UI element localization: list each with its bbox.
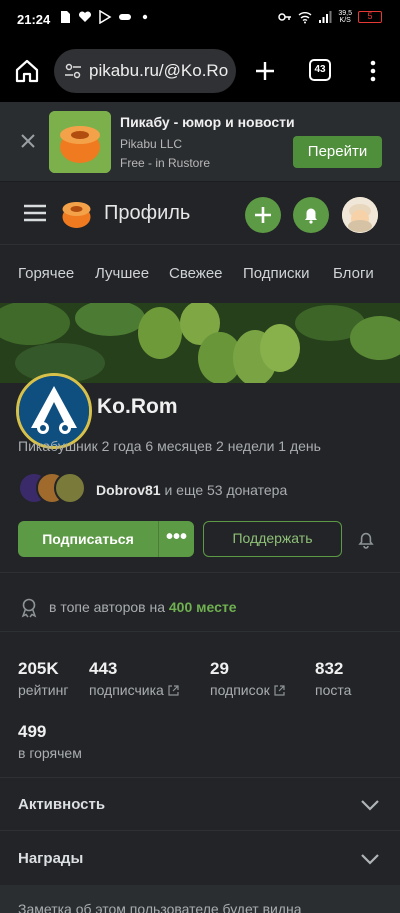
top-rank-prefix: в топе авторов на (49, 599, 169, 615)
browser-toolbar: pikabu.ru/@Ko.Rom 43 (0, 40, 400, 102)
divider (0, 830, 400, 831)
plus-icon (255, 207, 271, 223)
stat-value: 443 (89, 659, 118, 678)
user-note-box[interactable]: Заметка об этом пользователе будет видна (0, 885, 400, 913)
banner-app-title: Пикабу - юмор и новости (120, 114, 295, 130)
status-bar: 21:24 39,5 K/S 5 (0, 0, 400, 40)
stat-label: подписок (210, 682, 285, 698)
stat-hot: 499 в горячем (18, 722, 82, 761)
stat-value: 205K (18, 659, 59, 678)
clock: 21:24 (17, 12, 51, 27)
health-heart-icon (78, 11, 92, 22)
top-rank-value[interactable]: 400 месте (169, 599, 237, 615)
stat-label: рейтинг (18, 682, 69, 698)
nav-tab-blogs[interactable]: Блоги (333, 265, 374, 282)
stat-value: 499 (18, 722, 47, 741)
play-store-icon (99, 10, 112, 24)
page-title: Профиль (104, 202, 191, 224)
network-speed-value: 39,5 (338, 10, 352, 17)
account-age: Пикабушник 2 года 6 месяцев 2 недели 1 д… (18, 438, 321, 454)
avatar-image (19, 376, 89, 446)
pikabu-logo-icon (49, 111, 111, 173)
file-lock-icon (61, 11, 70, 23)
user-note-text: Заметка об этом пользователе будет видна (18, 901, 302, 913)
donators-row[interactable]: Dobrov81 и еще 53 донатера (18, 472, 398, 506)
stat-label-text: подписчика (89, 682, 164, 698)
activity-section-header[interactable]: Активность (18, 796, 105, 813)
app-icon (49, 111, 111, 173)
network-speed-unit: K/S (339, 17, 351, 24)
profile-username: Ko.Rom (97, 395, 178, 418)
donator-name[interactable]: Dobrov81 (96, 482, 161, 498)
divider (0, 631, 400, 632)
subscribe-button-group: Подписаться ••• (18, 521, 194, 557)
stat-posts: 832 поста (315, 659, 351, 698)
stat-label: в горячем (18, 745, 82, 761)
nav-tab-hot[interactable]: Горячее (18, 265, 74, 282)
key-icon (278, 13, 292, 21)
create-post-button[interactable] (245, 197, 281, 233)
stat-label-text: подписок (210, 682, 270, 698)
bell-icon (305, 208, 317, 224)
main-nav: Горячее Лучшее Свежее Подписки Блоги (0, 246, 400, 303)
site-settings-icon[interactable] (64, 62, 82, 80)
divider (0, 572, 400, 573)
awards-section-header[interactable]: Награды (18, 850, 83, 867)
bell-icon[interactable] (356, 529, 376, 549)
stat-value: 29 (210, 659, 229, 678)
nav-tab-subscriptions[interactable]: Подписки (243, 265, 310, 282)
home-icon[interactable] (14, 58, 40, 84)
profile-section: Ko.Rom Пикабушник 2 года 6 месяцев 2 нед… (0, 373, 400, 913)
divider (0, 777, 400, 778)
stat-rating: 205K рейтинг (18, 659, 68, 698)
support-button[interactable]: Поддержать (203, 521, 342, 557)
open-app-button[interactable]: Перейти (293, 136, 382, 168)
stat-subscriptions[interactable]: 29 подписок (210, 659, 285, 698)
top-rank-text: в топе авторов на 400 месте (49, 599, 237, 615)
stat-label: поста (315, 682, 352, 698)
browser-menu-icon[interactable] (366, 58, 380, 84)
nav-tab-fresh[interactable]: Свежее (169, 265, 223, 282)
external-link-icon (168, 685, 179, 696)
award-icon (21, 598, 37, 618)
site-header: Профиль (0, 183, 400, 245)
external-link-icon (274, 685, 285, 696)
wifi-icon (298, 12, 312, 24)
stat-subscribers[interactable]: 443 подписчика (89, 659, 179, 698)
address-bar[interactable]: pikabu.ru/@Ko.Rom (54, 49, 236, 93)
hamburger-menu-icon[interactable] (24, 204, 46, 222)
app-install-banner: Пикабу - юмор и новости Pikabu LLC Free … (0, 102, 400, 182)
gamepad-icon (119, 14, 131, 20)
stat-value: 832 (315, 659, 344, 678)
banner-store: Free - in Rustore (120, 156, 211, 170)
dot-icon (142, 14, 148, 20)
pikabu-logo-icon[interactable] (60, 197, 93, 230)
notifications-button[interactable] (293, 197, 329, 233)
chevron-down-icon[interactable] (360, 798, 380, 812)
donators-text: Dobrov81 и еще 53 донатера (96, 482, 287, 498)
user-avatar[interactable] (342, 197, 378, 233)
banner-publisher: Pikabu LLC (120, 137, 183, 151)
donator-avatar (54, 472, 86, 504)
battery-icon: 5 (358, 11, 382, 23)
url-text[interactable]: pikabu.ru/@Ko.Rom (89, 61, 229, 81)
stat-label: подписчика (89, 682, 179, 698)
nav-tab-best[interactable]: Лучшее (95, 265, 149, 282)
avatar-image (342, 197, 378, 233)
donators-count: и еще 53 донатера (160, 482, 288, 498)
tab-switcher-button[interactable]: 43 (309, 59, 331, 81)
new-tab-icon[interactable] (252, 58, 278, 84)
network-speed: 39,5 K/S (338, 10, 352, 24)
subscribe-button[interactable]: Подписаться (18, 521, 158, 557)
close-icon[interactable] (18, 131, 38, 151)
signal-icon (319, 11, 332, 23)
chevron-down-icon[interactable] (360, 852, 380, 866)
profile-cover-image (0, 303, 400, 383)
more-options-button[interactable]: ••• (159, 521, 194, 557)
